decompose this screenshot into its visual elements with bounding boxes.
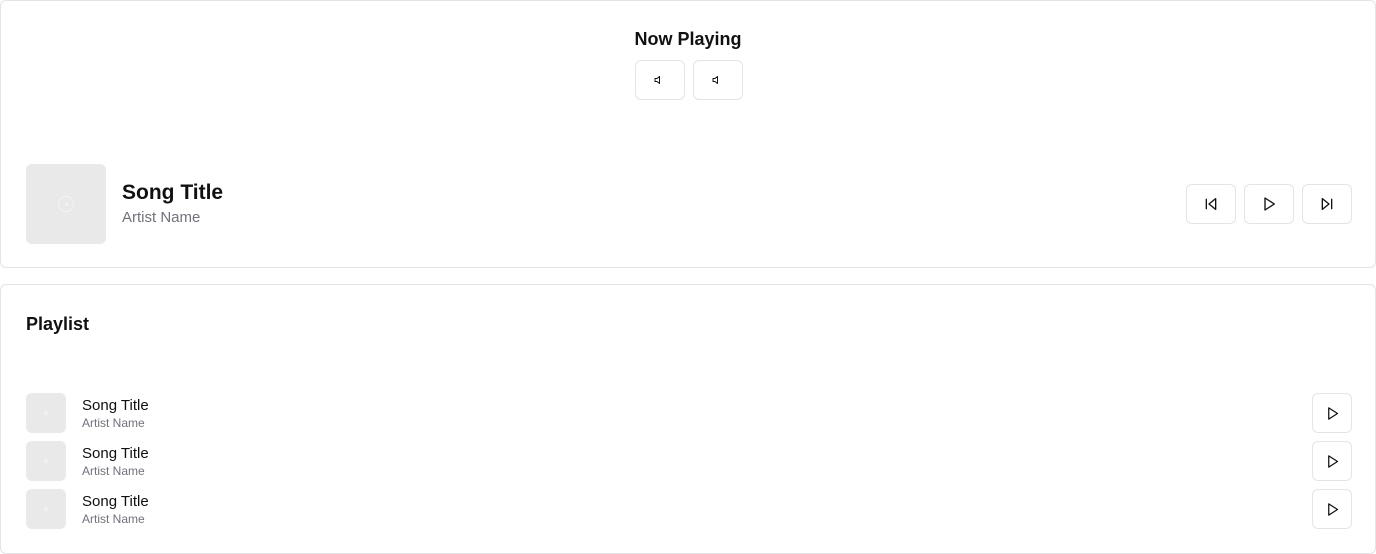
track-title: Song Title (82, 445, 149, 462)
transport-controls (1186, 184, 1352, 224)
play-track-button[interactable] (1312, 489, 1352, 529)
playlist-item: Song Title Artist Name (26, 441, 1352, 489)
playlist-heading: Playlist (26, 314, 90, 334)
track-cover (26, 489, 66, 529)
playlist-list: Song Title Artist Name Song Title Artist… (26, 393, 1352, 537)
playlist-card: Playlist Song Title Artist Name Song Tit… (0, 284, 1376, 554)
skip-forward-icon (1319, 196, 1335, 212)
playlist-item: Song Title Artist Name (26, 393, 1352, 441)
disc-icon (44, 411, 48, 415)
speaker-icon (712, 74, 724, 86)
play-icon (1325, 502, 1340, 517)
volume-button[interactable] (693, 60, 743, 100)
now-playing-heading: Now Playing (634, 29, 742, 49)
now-playing-card: Now Playing Song Title Artist Name (0, 0, 1376, 268)
play-icon (1325, 406, 1340, 421)
skip-back-icon (1203, 196, 1219, 212)
track-artist: Artist Name (82, 464, 145, 478)
current-song-artist: Artist Name (122, 209, 201, 226)
volume-button[interactable] (635, 60, 685, 100)
track-title: Song Title (82, 397, 149, 414)
album-cover (26, 164, 106, 244)
play-track-button[interactable] (1312, 393, 1352, 433)
track-artist: Artist Name (82, 512, 145, 526)
current-song-title: Song Title (122, 181, 224, 204)
track-cover (26, 441, 66, 481)
disc-icon (44, 507, 48, 511)
disc-icon (58, 196, 74, 212)
play-icon (1261, 196, 1277, 212)
playlist-item: Song Title Artist Name (26, 489, 1352, 537)
play-icon (1325, 454, 1340, 469)
play-track-button[interactable] (1312, 441, 1352, 481)
track-title: Song Title (82, 493, 149, 510)
disc-icon (44, 459, 48, 463)
next-button[interactable] (1302, 184, 1352, 224)
track-cover (26, 393, 66, 433)
speaker-icon (654, 74, 666, 86)
volume-controls (635, 60, 743, 100)
play-button[interactable] (1244, 184, 1294, 224)
previous-button[interactable] (1186, 184, 1236, 224)
track-artist: Artist Name (82, 416, 145, 430)
